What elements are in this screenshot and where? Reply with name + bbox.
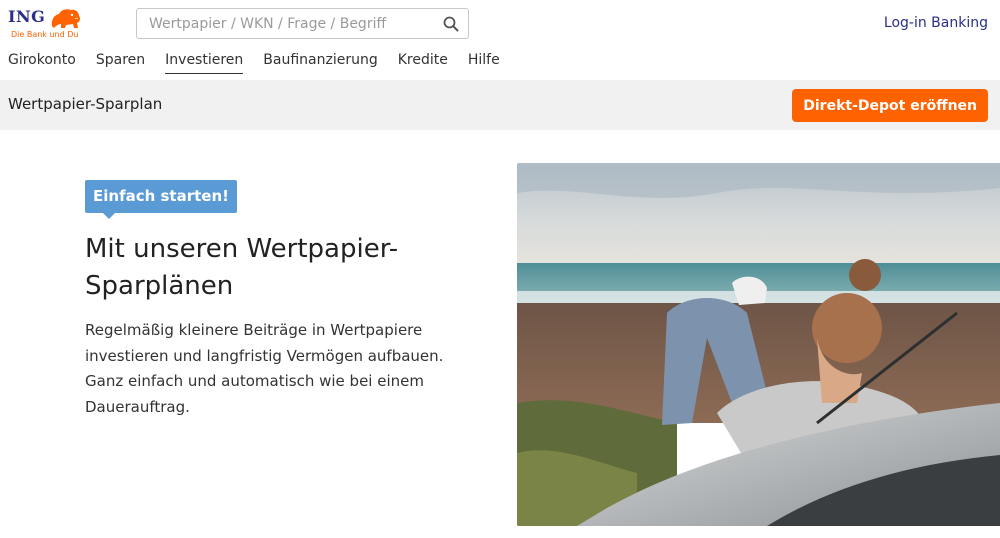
open-depot-button[interactable]: Direkt-Depot eröffnen xyxy=(792,89,988,122)
hero-image xyxy=(517,163,1000,526)
hero-headline-line2: Sparplänen xyxy=(85,271,234,301)
product-bar: Wertpapier-Sparplan Direkt-Depot eröffne… xyxy=(0,80,1000,130)
hero-headline: Mit unseren Wertpapier- Sparplänen xyxy=(85,231,485,305)
hero-headline-line1: Mit unseren Wertpapier- xyxy=(85,234,399,264)
ing-tagline: Die Bank und Du xyxy=(11,30,79,39)
search-input[interactable] xyxy=(137,9,437,38)
nav-item-sparen[interactable]: Sparen xyxy=(96,52,145,74)
ing-logo-text: ING xyxy=(8,7,46,26)
nav-item-kredite[interactable]: Kredite xyxy=(398,52,448,74)
nav-item-investieren[interactable]: Investieren xyxy=(165,52,244,74)
hero-description: Regelmäßig kleinere Beiträge in Wertpapi… xyxy=(85,321,444,416)
main-nav: Girokonto Sparen Investieren Baufinanzie… xyxy=(8,52,500,74)
nav-item-girokonto[interactable]: Girokonto xyxy=(8,52,76,74)
search-icon[interactable] xyxy=(442,15,460,33)
start-badge: Einfach starten! xyxy=(85,180,237,219)
search-box xyxy=(136,8,469,39)
nav-item-hilfe[interactable]: Hilfe xyxy=(468,52,500,74)
login-banking-link[interactable]: Log-in Banking xyxy=(884,15,988,31)
ing-logo[interactable]: ING Die Bank und Du xyxy=(8,7,83,43)
nav-item-baufinanzierung[interactable]: Baufinanzierung xyxy=(263,52,377,74)
product-title: Wertpapier-Sparplan xyxy=(8,95,163,113)
lion-icon xyxy=(51,9,81,29)
